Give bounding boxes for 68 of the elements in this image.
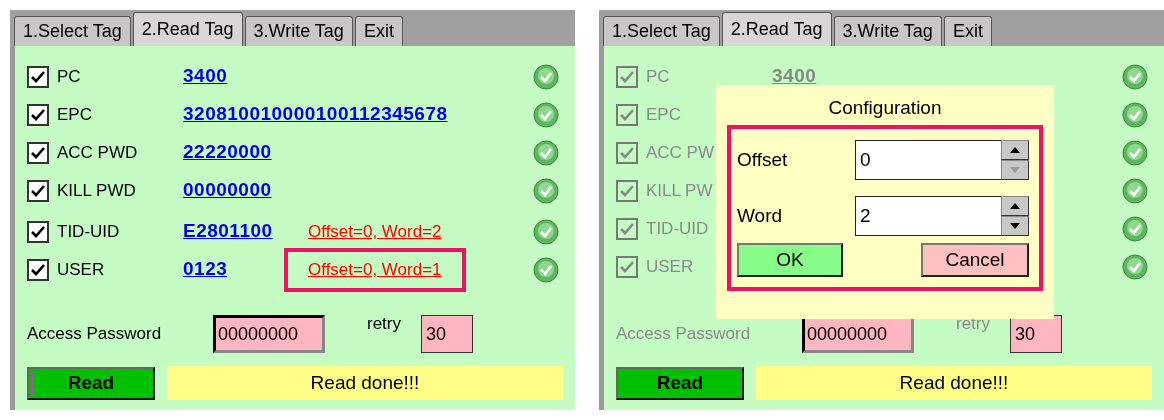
check-mark-icon	[30, 70, 46, 84]
check-mark-icon	[30, 108, 46, 122]
field-label: USER	[646, 257, 694, 277]
check-circle-icon	[1122, 140, 1148, 166]
field-label: KILL PWD	[57, 181, 136, 201]
field-label: EPC	[57, 105, 92, 125]
check-circle-icon	[533, 140, 559, 166]
up-triangle-icon	[1010, 203, 1020, 209]
value-link[interactable]: 3400	[183, 63, 228, 91]
check-mark-icon	[30, 146, 46, 160]
value-link[interactable]: 0123	[183, 256, 228, 284]
check-circle-icon	[533, 102, 559, 128]
checkbox[interactable]	[27, 259, 49, 281]
check-mark-icon	[30, 184, 46, 198]
value-link[interactable]: E2801100	[183, 218, 273, 246]
check-mark-icon	[30, 225, 46, 239]
password-label: Access Password	[27, 324, 163, 344]
field-label: KILL PW	[646, 181, 713, 201]
check-circle-icon	[1122, 254, 1148, 280]
status-bar: Read done!!!	[167, 366, 563, 400]
down-triangle-icon	[1010, 167, 1020, 173]
check-circle-icon	[533, 178, 559, 204]
retry-label: retry	[367, 314, 401, 334]
check-mark-icon	[619, 260, 635, 274]
down-triangle-icon	[1010, 223, 1020, 229]
field-label: TID-UID	[57, 222, 120, 242]
check-circle-icon	[1122, 178, 1148, 204]
check-mark-icon	[619, 222, 635, 236]
check-circle-icon	[1122, 216, 1148, 242]
check-circle-icon	[533, 64, 559, 90]
tab[interactable]: 1.Select Tag	[14, 16, 131, 46]
value-link[interactable]: 320810010000100112345678	[183, 101, 448, 129]
up-triangle-icon	[1010, 147, 1020, 153]
field-label: USER	[57, 260, 105, 280]
check-circle-icon	[533, 257, 559, 283]
read-button[interactable]: Read	[27, 366, 155, 400]
check-circle-icon	[533, 219, 559, 245]
field-label: Word	[736, 205, 784, 227]
check-mark-icon	[619, 108, 635, 122]
check-mark-icon	[30, 263, 46, 277]
field-label: EPC	[646, 105, 681, 125]
check-mark-icon	[619, 146, 635, 160]
field-label: PC	[57, 67, 81, 87]
dialog-title: Configuration	[828, 97, 942, 119]
retry-label: retry	[956, 314, 990, 334]
checkbox[interactable]	[27, 66, 49, 88]
tab[interactable]: 2.Read Tag	[132, 12, 243, 46]
check-circle-icon	[1122, 102, 1148, 128]
checkbox[interactable]	[27, 180, 49, 202]
tab[interactable]: Exit	[354, 16, 403, 46]
field-label: TID-UID	[646, 219, 709, 239]
checkbox[interactable]	[27, 142, 49, 164]
retry-field[interactable]: 30	[421, 315, 473, 353]
check-circle-icon	[1122, 64, 1148, 90]
value-link[interactable]: 22220000	[183, 139, 272, 167]
check-mark-icon	[619, 70, 635, 84]
field-label: ACC PW	[646, 143, 714, 163]
value-link[interactable]: 00000000	[183, 177, 272, 205]
checkbox[interactable]	[27, 221, 49, 243]
checkbox[interactable]	[27, 104, 49, 126]
field-label: PC	[646, 67, 670, 87]
tab[interactable]: 3.Write Tag	[244, 16, 353, 46]
password-field[interactable]: 00000000	[213, 315, 325, 353]
field-label: ACC PWD	[57, 143, 138, 163]
password-label: Access Password	[616, 324, 752, 344]
check-mark-icon	[619, 184, 635, 198]
field-label: Offset	[736, 149, 789, 171]
status-bar: Read done!!!	[756, 366, 1152, 400]
